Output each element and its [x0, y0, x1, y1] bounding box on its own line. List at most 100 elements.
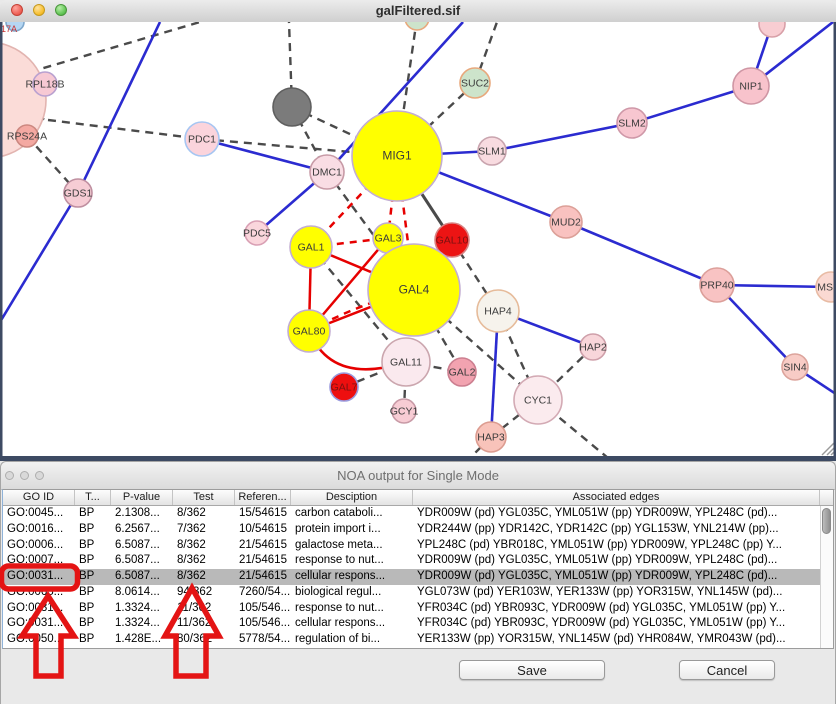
cell: 1.3324...	[111, 601, 173, 617]
cell: response to nut...	[291, 601, 413, 617]
column-header-desciption[interactable]: Desciption	[291, 490, 413, 505]
node-label-GAL80: GAL80	[293, 326, 326, 338]
cell: GO:0016...	[3, 522, 75, 538]
node-label-SLM1: SLM1	[478, 146, 506, 158]
zoom-button-inactive[interactable]	[35, 471, 44, 480]
cell: 7/362	[173, 522, 235, 538]
edge-pd	[48, 120, 202, 139]
cell: 11/362	[173, 601, 235, 617]
column-header-associated-edges[interactable]: Associated edges	[413, 490, 820, 505]
cell: carbon cataboli...	[291, 506, 413, 522]
close-button-inactive[interactable]	[5, 471, 14, 480]
cell: 8/362	[173, 569, 235, 585]
node-label-NIP1: NIP1	[739, 81, 763, 93]
cell: galactose meta...	[291, 538, 413, 554]
column-header-t-[interactable]: T...	[75, 490, 111, 505]
cell: YGL073W (pd) YER103W, YER133W (pp) YOR31…	[413, 585, 833, 601]
node-top-right[interactable]	[759, 22, 785, 37]
zoom-button[interactable]	[55, 4, 67, 16]
cell: protein import i...	[291, 522, 413, 538]
table-row[interactable]: GO:0031...BP1.3324...11/362105/546...cel…	[3, 616, 833, 632]
noa-window-titlebar[interactable]: NOA output for Single Mode	[1, 462, 835, 490]
cell: cellular respons...	[291, 569, 413, 585]
scrollbar-header-cap	[820, 490, 833, 505]
cell: YDR009W (pd) YGL035C, YML051W (pp) YDR00…	[413, 569, 833, 585]
node-gray-node[interactable]	[273, 88, 311, 126]
cell: cellular respons...	[291, 616, 413, 632]
table-row-selected[interactable]: GO:0031...BP6.5087...8/36221/54615cellul…	[3, 569, 833, 585]
scrollbar-thumb[interactable]	[822, 508, 831, 534]
cell: BP	[75, 553, 111, 569]
column-header-go-id[interactable]: GO ID	[3, 490, 75, 505]
node-label-MIG1: MIG1	[382, 149, 412, 163]
table-row[interactable]: GO:0006...BP6.5087...8/36221/54615galact…	[3, 538, 833, 554]
node-label-RPS24A: RPS24A	[7, 131, 47, 143]
node-label-MSL1: MSL1	[817, 282, 836, 294]
node-label-SLM2: SLM2	[618, 118, 646, 130]
noa-output-window: NOA output for Single Mode GO IDT...P-va…	[0, 461, 836, 704]
cell: GO:0031...	[3, 601, 75, 617]
cell: 6.2567...	[111, 522, 173, 538]
node-label-GAL1: GAL1	[298, 242, 325, 254]
node-label-PRP40: PRP40	[700, 280, 733, 292]
node-label-SIN4: SIN4	[783, 362, 807, 374]
cell: GO:0050...	[3, 632, 75, 648]
table-row[interactable]: GO:0065...BP8.0614...94/3627260/54...bio…	[3, 585, 833, 601]
screen: galFiltered.sif RPL18BRPS24AGDS1PDC1PDC5…	[0, 0, 836, 704]
cell: BP	[75, 506, 111, 522]
node-label-GAL7: GAL7	[331, 382, 358, 394]
cell: 8/362	[173, 506, 235, 522]
cell: 7260/54...	[235, 585, 291, 601]
table-row[interactable]: GO:0016...BP6.2567...7/36210/54615protei…	[3, 522, 833, 538]
cell: 15/54615	[235, 506, 291, 522]
minimize-button[interactable]	[33, 4, 45, 16]
node-label-CYC1: CYC1	[524, 395, 552, 407]
vertical-scrollbar[interactable]	[820, 506, 833, 648]
cell: YER133W (pp) YOR315W, YNL145W (pd) YHR08…	[413, 632, 833, 648]
cancel-button[interactable]: Cancel	[679, 660, 775, 680]
column-header-p-value[interactable]: P-value	[111, 490, 173, 505]
save-button[interactable]: Save	[459, 660, 605, 680]
cell: 8/362	[173, 553, 235, 569]
edge-pp	[492, 123, 632, 151]
cell: 8.0614...	[111, 585, 173, 601]
cell: BP	[75, 632, 111, 648]
cell: YDR009W (pd) YGL035C, YML051W (pp) YDR00…	[413, 506, 833, 522]
network-window: galFiltered.sif RPL18BRPS24AGDS1PDC1PDC5…	[0, 0, 836, 461]
network-canvas[interactable]: RPL18BRPS24AGDS1PDC1PDC5DMC1MIG1SUC2SLM1…	[0, 22, 836, 456]
node-label-GAL10: GAL10	[436, 235, 469, 247]
table-row[interactable]: GO:0045...BP2.1308...8/36215/54615carbon…	[3, 506, 833, 522]
edge-pp	[0, 193, 78, 322]
cell: YFR034C (pd) YBR093C, YDR009W (pd) YGL03…	[413, 601, 833, 617]
column-header-referen-[interactable]: Referen...	[235, 490, 291, 505]
table-row[interactable]: GO:0031...BP1.3324...11/362105/546...res…	[3, 601, 833, 617]
column-header-test[interactable]: Test	[173, 490, 235, 505]
cell: 94/362	[173, 585, 235, 601]
cell: BP	[75, 538, 111, 554]
cell: GO:0031...	[3, 569, 75, 585]
node-label-HAP2: HAP2	[579, 342, 607, 354]
node-label-GAL4: GAL4	[399, 283, 430, 297]
cell: BP	[75, 601, 111, 617]
cell: GO:0065...	[3, 585, 75, 601]
network-window-titlebar[interactable]: galFiltered.sif	[0, 0, 836, 23]
table-row[interactable]: GO:0050...BP1.428E...80/3625778/54...reg…	[3, 632, 833, 648]
window-side-edge	[0, 22, 3, 456]
node-top-green[interactable]	[405, 22, 429, 30]
node-label-HAP4: HAP4	[484, 306, 512, 318]
cell: 8/362	[173, 538, 235, 554]
minimize-button-inactive[interactable]	[20, 471, 29, 480]
cell: BP	[75, 616, 111, 632]
edge-pd	[30, 22, 200, 72]
node-label-GDS1: GDS1	[64, 188, 93, 200]
cell: YDR244W (pp) YDR142C, YDR142C (pp) YGL15…	[413, 522, 833, 538]
cell: response to nut...	[291, 553, 413, 569]
cell: YDR009W (pd) YGL035C, YML051W (pp) YDR00…	[413, 553, 833, 569]
close-button[interactable]	[11, 4, 23, 16]
table-row[interactable]: GO:0007...BP6.5087...8/36221/54615respon…	[3, 553, 833, 569]
node-label-RPL18B: RPL18B	[25, 79, 64, 91]
node-label-GCY1: GCY1	[390, 406, 419, 418]
cell: 21/54615	[235, 553, 291, 569]
cell: 1.3324...	[111, 616, 173, 632]
node-label-MUD2: MUD2	[551, 217, 581, 229]
